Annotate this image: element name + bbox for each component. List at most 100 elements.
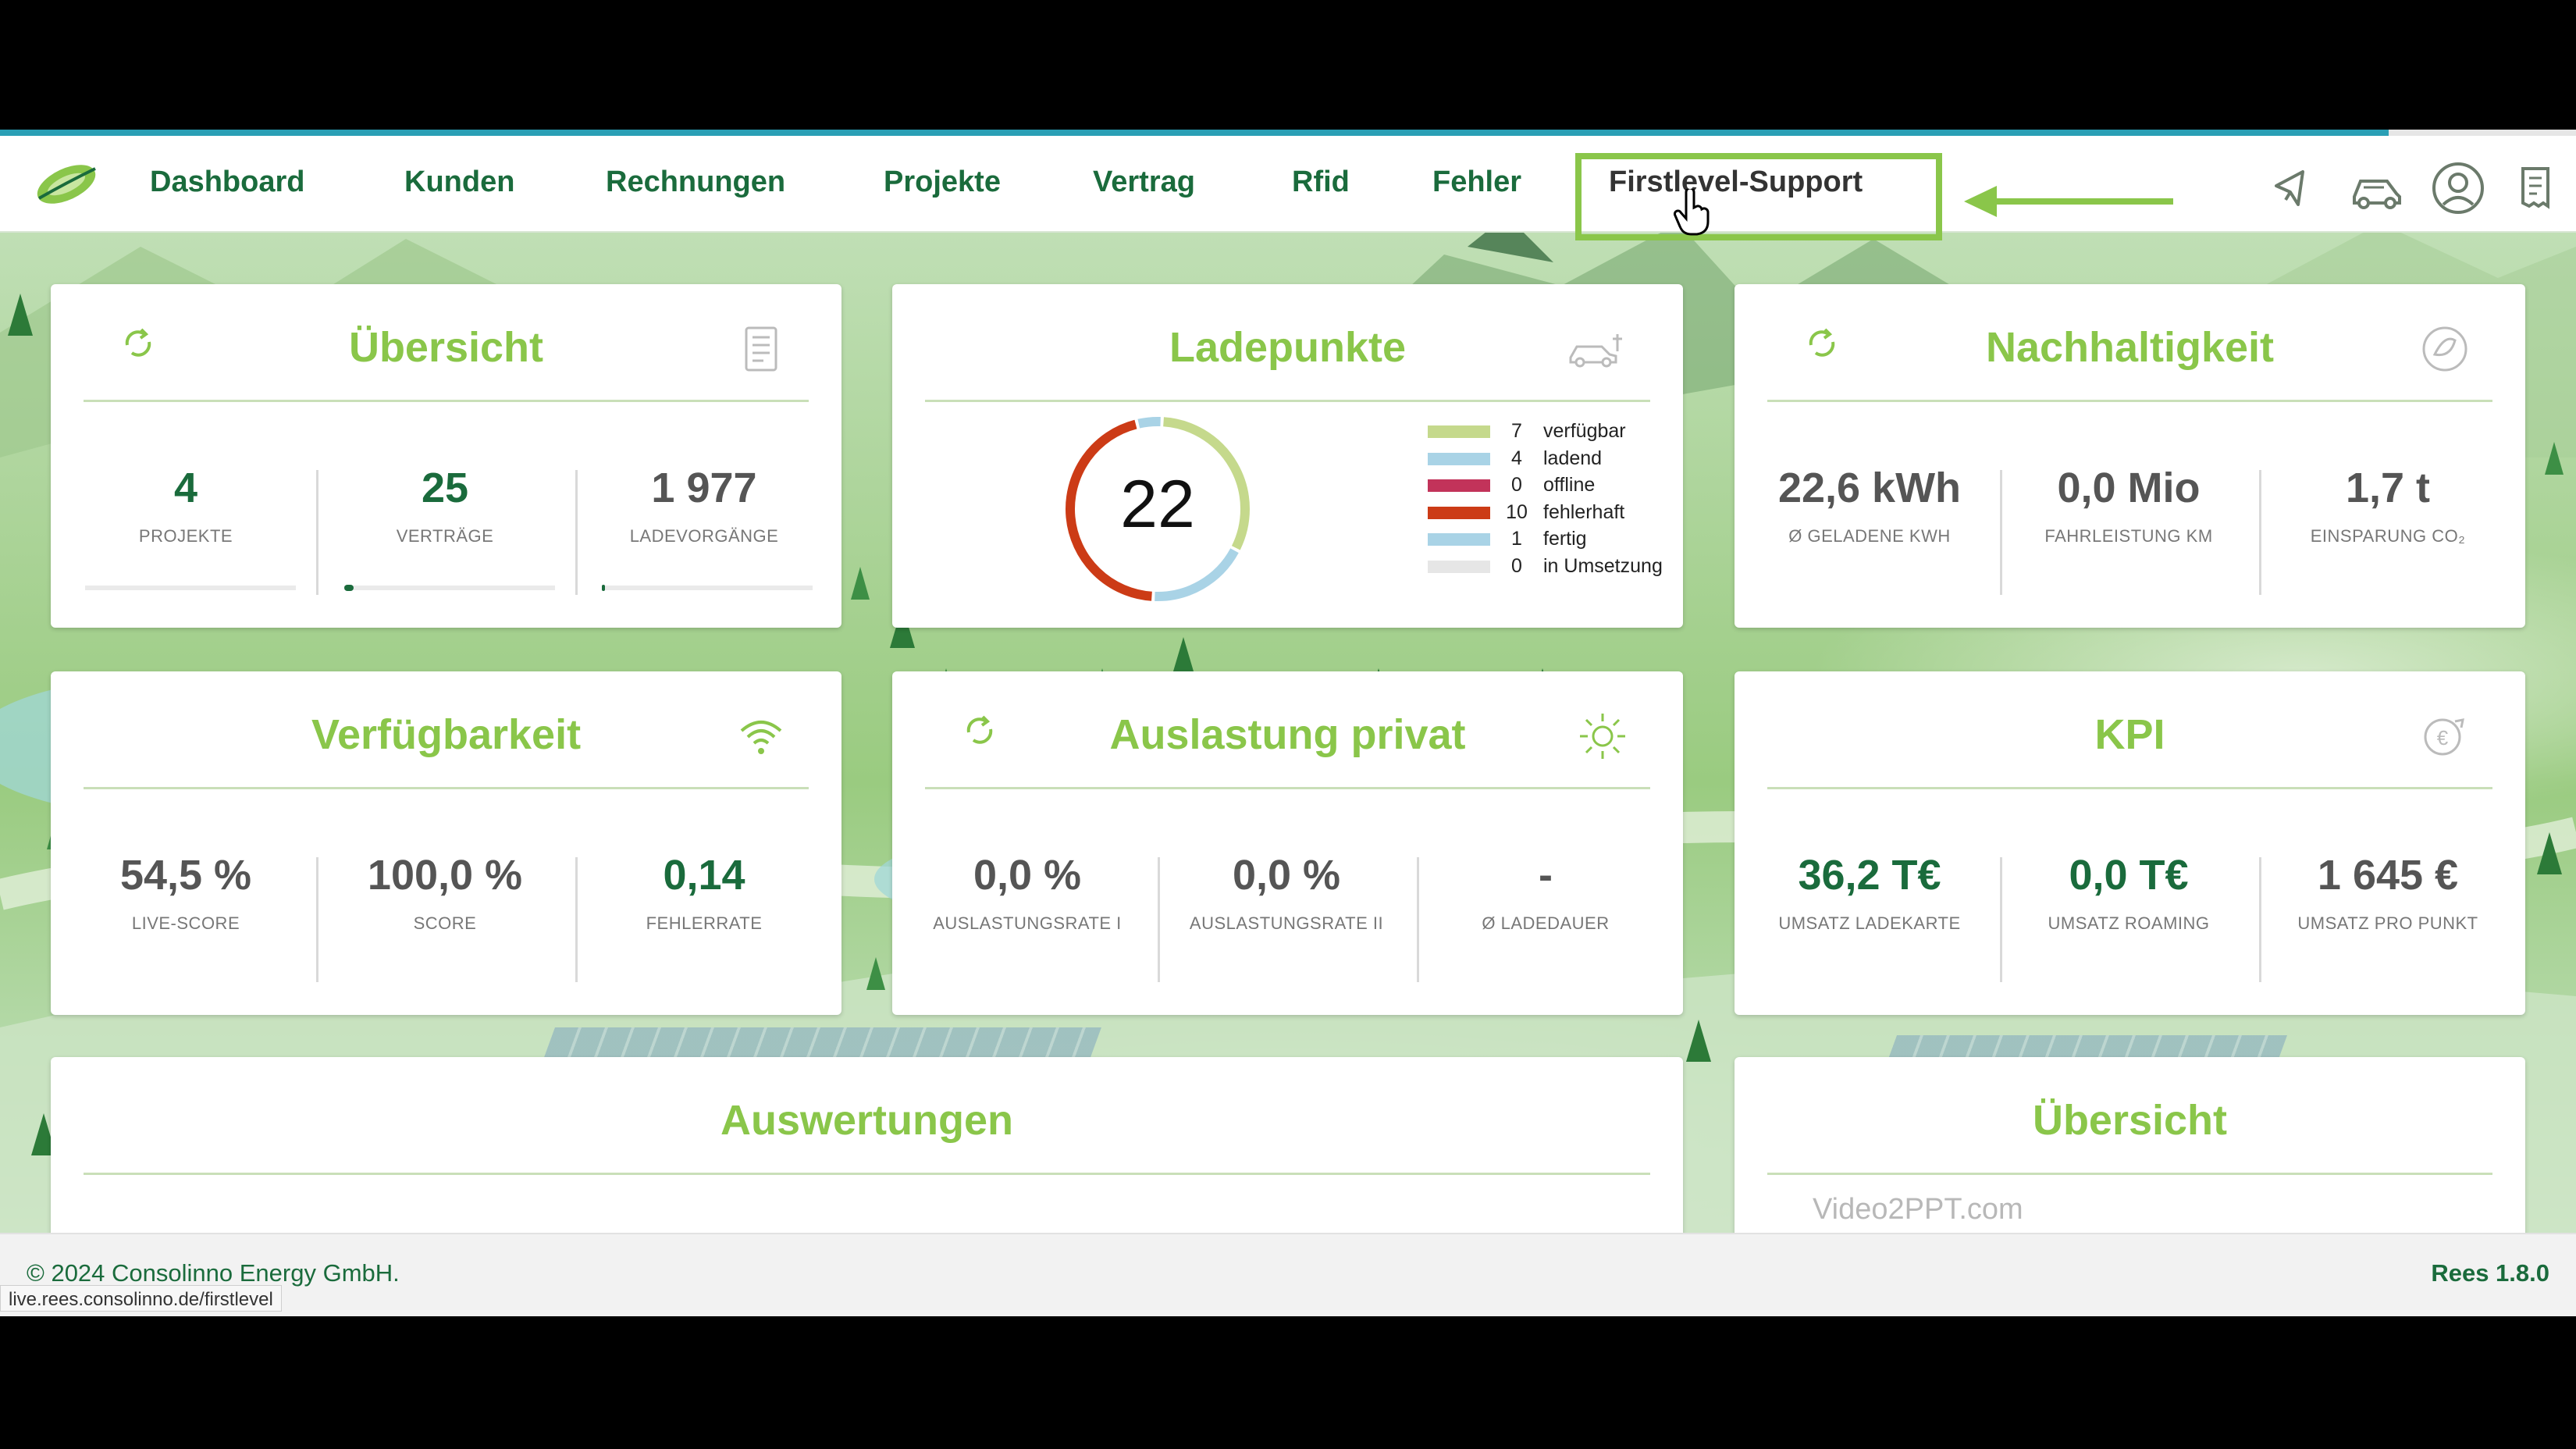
card-title: Übersicht <box>2032 1097 2228 1144</box>
stat-label: Ø GELADENE KWH <box>1788 526 1951 546</box>
donut-segment <box>1155 548 1239 601</box>
stat-umsatz-roaming: 0,0 T€ UMSATZ ROAMING <box>2000 851 2258 934</box>
nav-vertrag[interactable]: Vertrag <box>1093 166 1195 199</box>
stat-value: 0,14 <box>663 852 745 899</box>
legend-swatch <box>1428 425 1490 438</box>
stat-label: AUSLASTUNGSRATE II <box>1189 913 1384 933</box>
legend-swatch <box>1428 533 1490 546</box>
legend-count: 7 <box>1511 420 1522 442</box>
nav-dashboard[interactable]: Dashboard <box>150 166 304 199</box>
stat-label: FAHRLEISTUNG KM <box>2044 526 2213 546</box>
car-charging-icon <box>1569 334 1622 368</box>
stat-fehlerrate: 0,14 FEHLERRATE <box>575 851 833 934</box>
stat-label: UMSATZ LADEKARTE <box>1778 913 1961 933</box>
nav-fehler[interactable]: Fehler <box>1432 166 1521 199</box>
card-title: Auswertungen <box>720 1097 1014 1144</box>
stat-value: 1 645 € <box>2317 852 2459 899</box>
browser-status-url: live.rees.consolinno.de/firstlevel <box>0 1285 282 1312</box>
stat-umsatz-ladekarte: 36,2 T€ UMSATZ LADEKARTE <box>1741 851 1998 934</box>
nav-rfid[interactable]: Rfid <box>1292 166 1350 199</box>
sun-icon <box>1580 714 1625 759</box>
card-divider <box>925 787 1650 789</box>
stat-label: LADEVORGÄNGE <box>629 526 779 546</box>
card-divider <box>925 400 1650 402</box>
card-divider <box>1767 400 2492 402</box>
stat-value: - <box>1539 852 1553 899</box>
stat-value: 54,5 % <box>119 852 252 899</box>
stat-value: 25 <box>421 465 469 511</box>
progress-bar-vertraege <box>344 585 555 591</box>
progress-bar-projekte <box>85 586 296 590</box>
euro-refresh-icon: € <box>2424 718 2464 756</box>
stat-einsparung-co2: 1,7 t EINSPARUNG CO₂ <box>2259 464 2517 546</box>
user-account-icon[interactable] <box>2431 161 2485 215</box>
svg-text:€: € <box>2437 726 2449 749</box>
invoice-icon[interactable] <box>2514 164 2560 211</box>
hand-pointer-cursor-icon <box>1674 189 1710 236</box>
legend-label: offline <box>1543 474 1596 496</box>
stat-value: 22,6 kWh <box>1777 465 1962 511</box>
legend-label: verfügbar <box>1543 420 1626 442</box>
stat-ladedauer: - Ø LADEDAUER <box>1417 851 1674 934</box>
stat-label: PROJEKTE <box>138 526 233 546</box>
stat-value: 0,0 % <box>1232 852 1341 899</box>
card-divider <box>1767 1173 2492 1175</box>
stat-value: 1 977 <box>651 465 757 511</box>
progress-bar-ladevorgaenge <box>602 585 813 591</box>
footer-copyright: © 2024 Consolinno Energy GmbH. <box>27 1259 400 1287</box>
card-divider <box>84 400 809 402</box>
stat-label: LIVE-SCORE <box>131 913 240 933</box>
card-kpi: KPI € 36,2 T€ UMSATZ LADEKARTE 0,0 T€ UM… <box>1735 671 2525 1015</box>
watermark-text: Video2PPT.com <box>1813 1193 2023 1226</box>
nav-rechnungen[interactable]: Rechnungen <box>606 166 785 199</box>
card-divider <box>1767 787 2492 789</box>
stat-projekte: 4 PROJEKTE <box>57 464 315 546</box>
footer-version: Rees 1.8.0 <box>2431 1259 2549 1287</box>
legend-swatch <box>1428 506 1490 519</box>
card-divider <box>84 1173 1650 1175</box>
card-title: Verfügbarkeit <box>311 711 582 758</box>
donut-segment <box>1137 417 1161 429</box>
stat-auslastungsrate-1: 0,0 % AUSLASTUNGSRATE I <box>898 851 1156 934</box>
stat-value: 0,0 T€ <box>2069 852 2189 899</box>
stat-value: 4 <box>173 465 198 511</box>
card-divider <box>84 787 809 789</box>
stat-ladevorgaenge: 1 977 LADEVORGÄNGE <box>575 464 833 546</box>
card-ladepunkte: Ladepunkte 22 7 verfügbar 4 ladend 0 offline 1… <box>892 284 1683 628</box>
megaphone-icon[interactable] <box>2268 164 2315 211</box>
stat-label: AUSLASTUNGSRATE I <box>933 913 1122 933</box>
legend-swatch <box>1428 560 1490 573</box>
legend-count: 0 <box>1511 474 1522 496</box>
stat-value: 0,0 Mio <box>2057 465 2201 511</box>
card-verfuegbarkeit: Verfügbarkeit 54,5 % LIVE-SCORE 100,0 % … <box>51 671 841 1015</box>
card-title: Übersicht <box>348 324 544 371</box>
nav-kunden[interactable]: Kunden <box>404 166 514 199</box>
stat-geladene-kwh: 22,6 kWh Ø GELADENE KWH <box>1741 464 1998 546</box>
donut-total: 22 <box>1120 467 1195 542</box>
stat-label: VERTRÄGE <box>396 526 494 546</box>
stat-label: EINSPARUNG CO₂ <box>2310 526 2466 546</box>
stat-label: Ø LADEDAUER <box>1482 913 1610 933</box>
stat-vertraege: 25 VERTRÄGE <box>316 464 574 546</box>
stat-umsatz-pro-punkt: 1 645 € UMSATZ PRO PUNKT <box>2259 851 2517 934</box>
page-load-progress <box>0 130 2576 136</box>
card-title: Ladepunkte <box>1169 324 1407 371</box>
stat-auslastungsrate-2: 0,0 % AUSLASTUNGSRATE II <box>1158 851 1415 934</box>
globe-leaf-icon <box>2422 326 2467 372</box>
stat-value: 100,0 % <box>367 852 523 899</box>
legend-count: 0 <box>1511 554 1522 577</box>
legend-count: 10 <box>1506 500 1528 523</box>
brand-leaf-logo[interactable] <box>31 159 101 206</box>
car-service-icon[interactable] <box>2350 164 2404 211</box>
card-nachhaltigkeit: Nachhaltigkeit 22,6 kWh Ø GELADENE KWH 0… <box>1735 284 2525 628</box>
legend-count: 1 <box>1511 528 1522 550</box>
stat-value: 1,7 t <box>2345 465 2431 511</box>
stat-value: 36,2 T€ <box>1798 852 1941 899</box>
top-navbar: Dashboard Kunden Rechnungen Projekte Ver… <box>0 136 2576 240</box>
stat-label: UMSATZ ROAMING <box>2048 913 2210 933</box>
stat-label: SCORE <box>413 913 477 933</box>
card-title: Nachhaltigkeit <box>1985 324 2275 371</box>
stat-label: UMSATZ PRO PUNKT <box>2297 913 2478 933</box>
legend-swatch <box>1428 452 1490 465</box>
nav-projekte[interactable]: Projekte <box>884 166 1001 199</box>
